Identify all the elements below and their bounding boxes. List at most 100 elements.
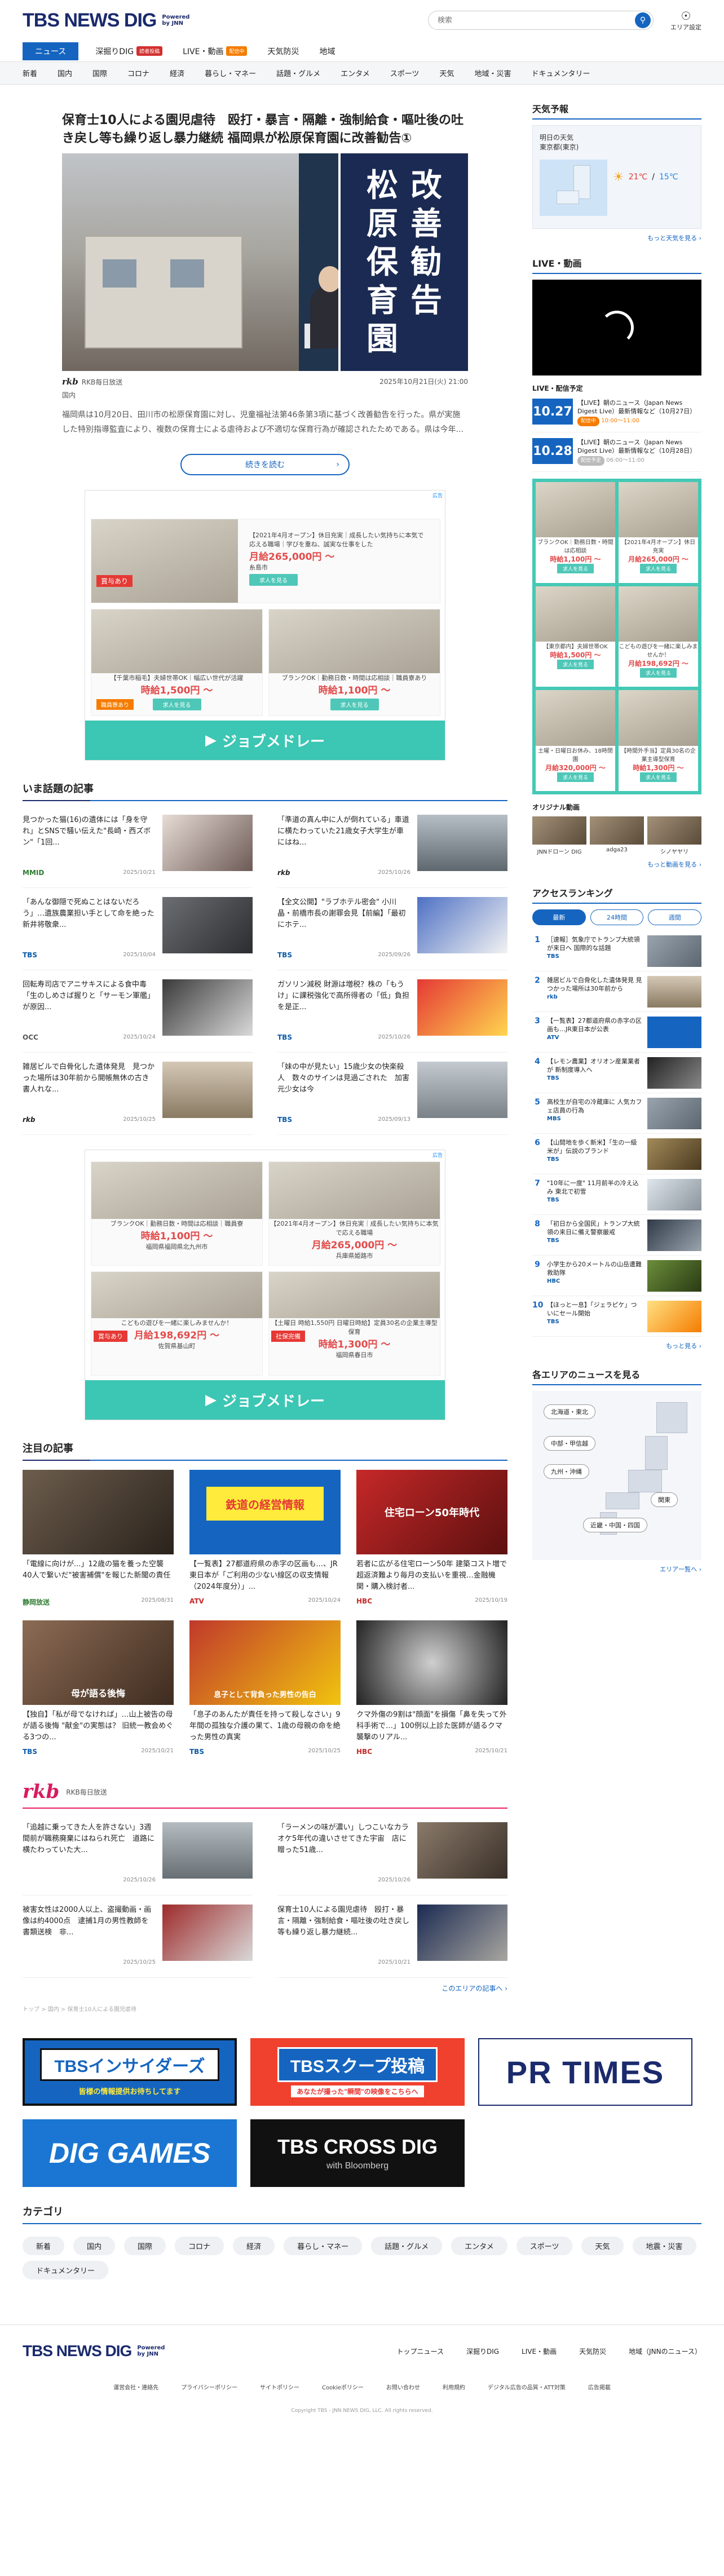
subnav-item[interactable]: エンタメ	[341, 68, 370, 78]
search-input[interactable]	[438, 16, 635, 25]
ranking-item[interactable]: 6 【山間地を歩く新米】「生の一級米が」伝説のブランド TBS	[532, 1134, 701, 1174]
category-chip[interactable]: 地震・災害	[632, 2237, 696, 2255]
area-button-kinki[interactable]: 近畿・中国・四国	[583, 1518, 647, 1532]
ad-item[interactable]: 【東京都内】夫婦世帯OK 時給1,500円 〜求人を見る	[536, 586, 615, 687]
list-item[interactable]: 【全文公開】"ラブホテル密会" 小川晶・前橋市長の謝罪会見【前編】「最初にホテ.…	[277, 888, 507, 970]
category-chip[interactable]: 新着	[23, 2237, 65, 2255]
ranking-item[interactable]: 4 【レモン農業】オリオン産業業者が 新制度導入へ TBS	[532, 1053, 701, 1093]
footer-link[interactable]: Cookieポリシー	[322, 2383, 364, 2391]
subnav-item[interactable]: スポーツ	[390, 68, 420, 78]
category-chip[interactable]: スポーツ	[516, 2237, 573, 2255]
subnav-item[interactable]: 国内	[58, 68, 72, 78]
footer-link[interactable]: 利用規約	[443, 2383, 465, 2391]
category-chip[interactable]: 天気	[581, 2237, 624, 2255]
dig-games-banner[interactable]: DIG GAMES	[23, 2119, 237, 2187]
nav-live[interactable]: LIVE・動画 配信中	[183, 46, 248, 57]
list-item[interactable]: 見つかった猫(16)の遺体には「身を守れ」とSNSで騒い伝えた"長崎・西ズボン"…	[23, 806, 253, 888]
pr-times-banner[interactable]: PR TIMES	[478, 2038, 692, 2106]
ad-item[interactable]: ブランクOK｜勤務日数・時間は応相談｜職員寮あり 時給1,100円 〜 求人を見…	[268, 609, 440, 716]
ad-item[interactable]: 【土曜日 時給1,550円 日曜日時給】定員30名の企業主導型保育 時給1,300…	[268, 1271, 440, 1376]
footer-link[interactable]: デジタル広告の品質・ATT対策	[488, 2383, 566, 2391]
ad-item[interactable]: こどもの遊びを一緒に楽しみませんか！ 月給198,692円 〜求人を見る	[619, 586, 698, 687]
footer-link[interactable]: お問い合わせ	[386, 2383, 420, 2391]
article-card[interactable]: 息子として背負った男性の告白 「息子のあんたが責任を持って殺しなさい」9年間の孤独…	[189, 1620, 341, 1756]
category-chip[interactable]: 国内	[73, 2237, 116, 2255]
list-item[interactable]: 「妹の中が見たい」15歳少女の快楽殺人 数々のサインは見過ごされた 加害元少女は…	[277, 1053, 507, 1135]
area-more-link[interactable]: エリア一覧へ ›	[532, 1565, 701, 1574]
list-item[interactable]: 「ラーメンの味が濃い」しつこいなカラオケ5年代の違いさせてきた宇宙 店に贈った5…	[277, 1813, 507, 1895]
subnav-item[interactable]: 暮らし・マネー	[205, 68, 256, 78]
video-item[interactable]: シノヤヤリ	[647, 816, 701, 855]
subnav-item[interactable]: 天気	[439, 68, 454, 78]
list-item[interactable]: 回転寿司店でアニサキスによる食中毒「生のしめさば握りと「サーモン軍艦」が原因..…	[23, 970, 253, 1053]
subnav-item[interactable]: コロナ	[127, 68, 149, 78]
ad-item[interactable]: ブランクOK｜勤務日数・時間は応相談｜職員寮 時給1,100円 〜福岡県福岡県北九…	[91, 1161, 263, 1266]
subnav-item[interactable]: 話題・グルメ	[276, 68, 320, 78]
job-ad-banner[interactable]: 広告 【2021年4月オープン】休日充実｜成長したい気持ちに本気で応える職場｜学…	[85, 490, 445, 761]
list-item[interactable]: 「追越に乗ってきた人を許さない」3週間前が職務廃棄にはねられ死亡 道路に横たわっ…	[23, 1813, 253, 1895]
ranking-item[interactable]: 3 【一覧表】27都道府県の赤字の区画も…JR東日本が公表 ATV	[532, 1012, 701, 1053]
tab-24h[interactable]: 24時間	[590, 909, 644, 925]
category-chip[interactable]: 暮らし・マネー	[284, 2237, 363, 2255]
tab-weekly[interactable]: 週間	[648, 909, 702, 925]
nav-region[interactable]: 地域	[319, 46, 335, 57]
video-more-link[interactable]: もっと動画を見る ›	[532, 860, 701, 869]
area-button-kyushu[interactable]: 九州・沖縄	[544, 1464, 589, 1479]
rkb-logo[interactable]: rkb	[23, 1780, 59, 1803]
category-chip[interactable]: ドキュメンタリー	[23, 2261, 109, 2279]
ranking-item[interactable]: 1 ［速報］気象庁でトランプ大統領が来日へ 国際的な話題 TBS	[532, 931, 701, 971]
subnav-item[interactable]: ドキュメンタリー	[532, 68, 590, 78]
tbs-insiders-banner[interactable]: TBSインサイダーズ 皆様の情報提供お待ちしてます	[23, 2038, 237, 2106]
subnav-item[interactable]: 国際	[92, 68, 107, 78]
job-ad-banner-2[interactable]: 広告 ブランクOK｜勤務日数・時間は応相談｜職員寮 時給1,100円 〜福岡県福岡…	[85, 1150, 445, 1420]
ad-item[interactable]: 土曜・日曜日お休み、18時閉園 月給320,000円 〜求人を見る	[536, 690, 615, 791]
ranking-item[interactable]: 7 "10年に一度" 11月前半の冷え込み 東北で初雪 TBS	[532, 1174, 701, 1215]
ranking-item[interactable]: 9 小学生から20メートルの山岳遭難 救助隊 HBC	[532, 1256, 701, 1296]
ranking-more-link[interactable]: もっと見る ›	[532, 1341, 701, 1350]
nav-weather[interactable]: 天気防災	[267, 46, 299, 57]
site-logo[interactable]: TBS NEWS DIG	[23, 10, 157, 32]
footer-link[interactable]: 運営会社・連絡先	[113, 2383, 158, 2391]
category-chip[interactable]: 話題・グルメ	[371, 2237, 443, 2255]
footer-link[interactable]: サイトポリシー	[260, 2383, 299, 2391]
headline-image[interactable]: 松原保育園 改善勧告	[62, 153, 468, 371]
category-chip[interactable]: エンタメ	[451, 2237, 507, 2255]
list-item[interactable]: 「準道の真ん中に人が倒れている」車道に横たわっていた21歳女子大学生が車にはね.…	[277, 806, 507, 888]
tab-latest[interactable]: 最新	[532, 909, 586, 925]
list-item[interactable]: 雑居ビルで白骨化した遺体発見 見つかった場所は30年前から開帳無休の古き書人れな…	[23, 1053, 253, 1135]
list-item[interactable]: ガソリン減税 財源は増税？株の「もうけ」に課税強化で高所得者の「低」負担を是正.…	[277, 970, 507, 1053]
ad-item[interactable]: ブランクOK｜勤務日数・時間は応相談 時給1,100円 〜求人を見る	[536, 482, 615, 583]
footer-link[interactable]: トップニュース	[397, 2347, 444, 2356]
list-item[interactable]: 保育士10人による園児虐待 殴打・暴言・隔離・強制給食・嘔吐後の吐き戻し等も繰り…	[277, 1895, 507, 1978]
list-item[interactable]: 被害女性は2000人以上、盗撮動画・画像は約4000点 逮捕1月の男性教師を書類…	[23, 1895, 253, 1978]
headline-title[interactable]: 保育士10人による園児虐待 殴打・暴言・隔離・強制給食・嘔吐後の吐き戻し等も繰り…	[23, 112, 507, 148]
footer-link[interactable]: 深掘りDIG	[466, 2347, 499, 2356]
read-more-button[interactable]: 続きを読む ›	[180, 454, 350, 475]
article-card[interactable]: 鉄道の経営情報 【一覧表】27都道府県の赤字の区画も...、JR東日本が「ご利用の…	[189, 1470, 341, 1607]
nav-news[interactable]: ニュース	[23, 42, 79, 60]
article-card[interactable]: 住宅ローン50年時代 若者に広がる住宅ローン50年 建築コスト増で超返済難より毎月…	[356, 1470, 507, 1607]
category-chip[interactable]: 国際	[124, 2237, 166, 2255]
footer-link[interactable]: 天気防災	[579, 2347, 606, 2356]
ad-item[interactable]: 【2021年4月オープン】休日充実｜成長したい気持ちに本気で応える職場｜学びを重…	[91, 519, 440, 603]
subnav-item[interactable]: 地域・災害	[475, 68, 511, 78]
weather-widget[interactable]: 明日の天気 東京都(東京) ☀ 21℃/15℃	[532, 125, 701, 229]
ranking-item[interactable]: 2 雑居ビルで白骨化した遺体発見 見つかった場所は30年前から rkb	[532, 971, 701, 1012]
ad-item[interactable]: こどもの遊びを一緒に楽しみませんか！ 月給198,692円 〜佐賀県基山町	[91, 1271, 263, 1376]
article-card[interactable]: 「電線に向けが...」12歳の猫を養った空襲 40人で繋いだ"被害補償"を報じた…	[23, 1470, 174, 1607]
article-card[interactable]: クマ外傷の9割は"顔面"を損傷「鼻を失って外科手術で…」100例以上診た医師が語…	[356, 1620, 507, 1756]
ranking-item[interactable]: 8 「初日から全国民」トランプ大統領の来日に備え警察厳戒 TBS	[532, 1215, 701, 1256]
footer-link[interactable]: 広告掲載	[588, 2383, 611, 2391]
list-item[interactable]: 「あんな御隠で死ぬことはないだろう」…遺族農業担い手として命を絶った新井将敬衆.…	[23, 888, 253, 970]
footer-link[interactable]: 地域（JNNのニュース）	[629, 2347, 701, 2356]
weather-more-link[interactable]: もっと天気を見る ›	[532, 233, 701, 242]
ad-item[interactable]: 【2021年4月オープン】休日充実｜成長したい気持ちに本気で応える職場 月給265…	[268, 1161, 440, 1266]
area-button-chubu[interactable]: 中部・甲信越	[544, 1436, 595, 1451]
article-card[interactable]: 母が語る後悔 【独自】「私が母でなければ」…山上被告の母が語る後悔 "献金"の実態…	[23, 1620, 174, 1756]
video-item[interactable]: JNNドローン DIG	[532, 816, 586, 855]
schedule-item[interactable]: 10.28 【LIVE】朝のニュース（Japan News Digest Liv…	[532, 438, 701, 472]
nav-dig[interactable]: 深掘りDIG 読者投稿	[95, 46, 163, 57]
ranking-item[interactable]: 5 高校生が自宅の冷蔵庫に 人気カフェ店員の行為 MBS	[532, 1093, 701, 1134]
area-button-hokkaido-tohoku[interactable]: 北海道・東北	[544, 1404, 595, 1419]
sidebar-job-ad[interactable]: ブランクOK｜勤務日数・時間は応相談 時給1,100円 〜求人を見る 【2021年…	[532, 479, 701, 794]
